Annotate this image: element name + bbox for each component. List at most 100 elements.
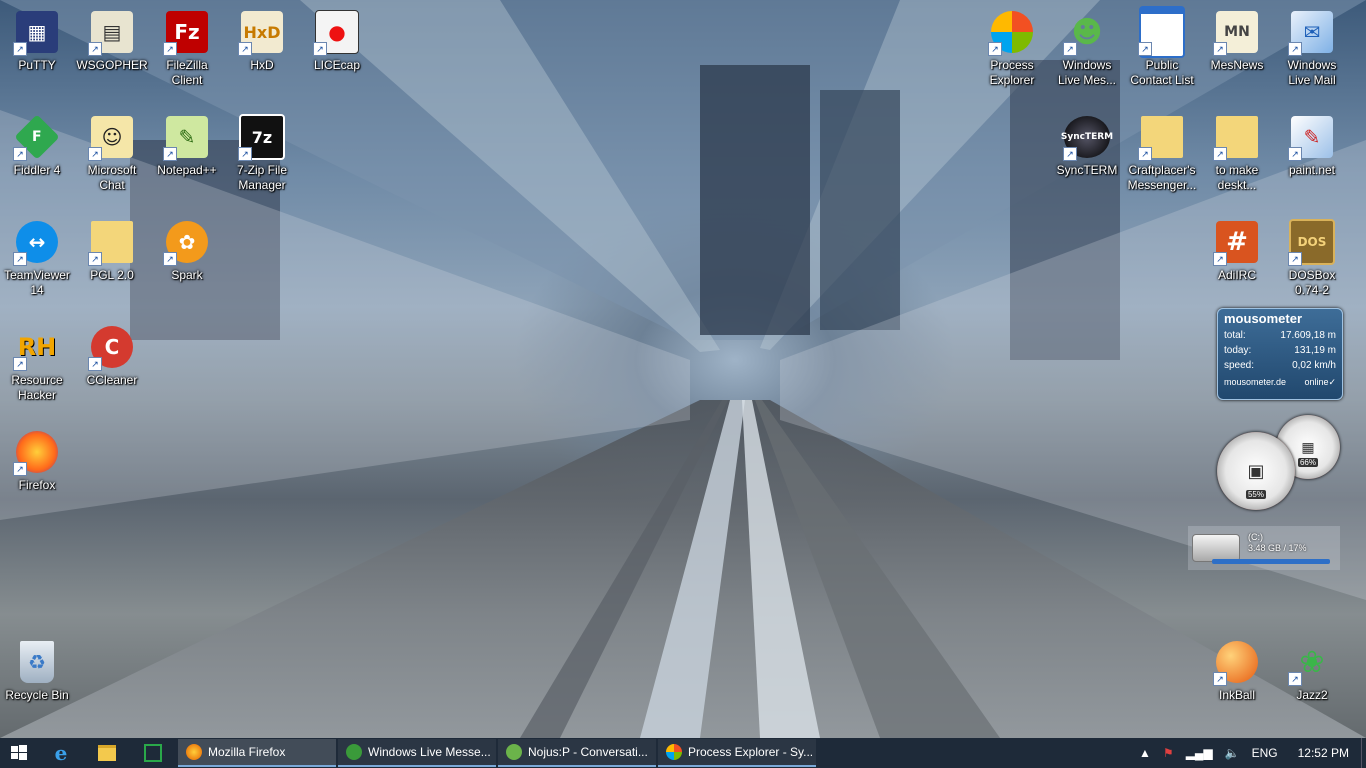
adiirc-shortcut[interactable]: # ↗ AdiIRC <box>1200 210 1274 310</box>
mousometer-title: mousometer <box>1224 311 1303 326</box>
icon-label: Fiddler 4 <box>13 163 61 177</box>
folder-icon <box>98 745 116 761</box>
start-button[interactable] <box>0 738 38 768</box>
craftplacer-messenger-shortcut[interactable]: ↗ Craftplacer's Messenger... <box>1125 105 1199 205</box>
recycle-bin[interactable]: ♻ Recycle Bin <box>0 630 74 730</box>
process-explorer-icon <box>666 744 682 760</box>
conversation-icon <box>506 744 522 760</box>
jazz2-shortcut[interactable]: ❀ ↗ Jazz2 <box>1275 630 1349 730</box>
internet-explorer-pin[interactable]: e <box>38 738 84 768</box>
wsgopher-icon: ▤ ↗ <box>88 8 136 56</box>
7zip-icon: 7z ↗ <box>238 113 286 161</box>
adiirc-icon: # ↗ <box>1213 218 1261 266</box>
today-label: today: <box>1224 345 1252 356</box>
icon-label: Recycle Bin <box>5 688 69 702</box>
drive-meter-gadget[interactable]: (C:) 3.48 GB / 17% <box>1188 526 1340 570</box>
syncterm-shortcut[interactable]: SyncTERM ↗ SyncTERM <box>1050 105 1124 205</box>
icon-label: HxD <box>250 58 274 72</box>
windows-live-mail-shortcut[interactable]: ✉ ↗ Windows Live Mail <box>1275 0 1349 100</box>
cpu-percent: 55% <box>1245 490 1266 499</box>
public-contact-list-shortcut[interactable]: ↗ Public Contact List <box>1125 0 1199 100</box>
icon-label: Jazz2 <box>1296 688 1328 702</box>
show-hidden-icons-chevron-icon[interactable]: ▲ <box>1139 746 1151 760</box>
task-label: Process Explorer - Sy... <box>688 745 814 759</box>
mousometer-gadget[interactable]: mousometer total: 17.609,18 m today: 131… <box>1217 308 1343 400</box>
process-explorer-icon: ↗ <box>988 8 1036 56</box>
hard-drive-icon <box>1192 534 1240 562</box>
show-desktop-button[interactable] <box>1361 738 1366 768</box>
syncterm-icon: SyncTERM ↗ <box>1061 113 1113 161</box>
icon-label: Craftplacer's Messenger... <box>1127 163 1197 192</box>
dosbox-icon: DOS ↗ <box>1288 218 1336 266</box>
wsgopher-shortcut[interactable]: ▤ ↗ WSGOPHER <box>75 0 149 100</box>
total-label: total: <box>1224 330 1246 341</box>
icon-label: Firefox <box>18 478 56 492</box>
task-label: Mozilla Firefox <box>208 745 286 759</box>
taskbar-item-process-explorer[interactable]: Process Explorer - Sy... <box>658 739 816 767</box>
mail-icon: ✉ ↗ <box>1288 8 1336 56</box>
taskbar: e Mozilla Firefox Windows Live Messe... … <box>0 738 1366 768</box>
taskbar-item-conversation[interactable]: Nojus:P - Conversati... <box>498 739 656 767</box>
inkball-shortcut[interactable]: ↗ InkBall <box>1200 630 1274 730</box>
filezilla-icon: Fz ↗ <box>163 8 211 56</box>
hxd-shortcut[interactable]: HxD ↗ HxD <box>225 0 299 100</box>
to-make-desktop-shortcut[interactable]: ↗ to make deskt... <box>1200 105 1274 205</box>
cpu-gauge[interactable]: ▣ 55% <box>1217 432 1295 510</box>
icon-label: InkBall <box>1218 688 1256 702</box>
mousometer-site-link[interactable]: mousometer.de <box>1224 377 1286 388</box>
memory-percent: 66% <box>1297 458 1318 467</box>
icon-label: to make deskt... <box>1215 163 1259 192</box>
taskbar-item-firefox[interactable]: Mozilla Firefox <box>178 739 336 767</box>
hxd-icon: HxD ↗ <box>238 8 286 56</box>
windows-live-messenger-shortcut[interactable]: ☻ ↗ Windows Live Mes... <box>1050 0 1124 100</box>
putty-shortcut[interactable]: ▦ ↗ PuTTY <box>0 0 74 100</box>
licecap-shortcut[interactable]: ● ↗ LICEcap <box>300 0 374 100</box>
ccleaner-icon: C ↗ <box>88 323 136 371</box>
store-icon <box>144 744 162 762</box>
taskbar-item-messenger[interactable]: Windows Live Messe... <box>338 739 496 767</box>
drive-name: (C:) <box>1248 532 1263 542</box>
teamviewer-shortcut[interactable]: ↔ ↗ TeamViewer 14 <box>0 210 74 310</box>
paintnet-shortcut[interactable]: ✎ ↗ paint.net <box>1275 105 1349 205</box>
volume-icon[interactable]: 🔈 <box>1225 746 1240 760</box>
notepadpp-icon: ✎ ↗ <box>163 113 211 161</box>
fiddler-shortcut[interactable]: F ↗ Fiddler 4 <box>0 105 74 205</box>
teamviewer-icon: ↔ ↗ <box>13 218 61 266</box>
notepadpp-shortcut[interactable]: ✎ ↗ Notepad++ <box>150 105 224 205</box>
clock[interactable]: 12:52 PM <box>1298 746 1349 760</box>
icon-label: paint.net <box>1288 163 1336 177</box>
drive-usage: 3.48 GB / 17% <box>1248 543 1307 553</box>
icon-label: Notepad++ <box>157 163 217 177</box>
paintnet-icon: ✎ ↗ <box>1288 113 1336 161</box>
icon-label: SyncTERM <box>1056 163 1118 177</box>
7zip-shortcut[interactable]: 7z ↗ 7-Zip File Manager <box>225 105 299 205</box>
language-indicator[interactable]: ENG <box>1252 746 1278 760</box>
messenger-icon: ☻ ↗ <box>1063 8 1111 56</box>
firefox-shortcut[interactable]: ↗ Firefox <box>0 420 74 520</box>
pgl-shortcut[interactable]: ↗ PGL 2.0 <box>75 210 149 310</box>
inkball-icon: ↗ <box>1213 638 1261 686</box>
mousometer-speed-row: speed: 0,02 km/h <box>1218 358 1342 373</box>
network-signal-icon[interactable]: ▂▄▆ <box>1186 746 1213 760</box>
drive-usage-bar <box>1212 559 1330 564</box>
microsoft-chat-icon: ☺ ↗ <box>88 113 136 161</box>
resource-hacker-shortcut[interactable]: RH ↗ Resource Hacker <box>0 315 74 415</box>
icon-label: Windows Live Mes... <box>1057 58 1117 87</box>
icon-label: PuTTY <box>18 58 56 72</box>
resource-hacker-icon: RH ↗ <box>13 323 61 371</box>
speed-value: 0,02 km/h <box>1292 360 1336 371</box>
file-explorer-pin[interactable] <box>84 738 130 768</box>
spark-shortcut[interactable]: ✿ ↗ Spark <box>150 210 224 310</box>
action-flag-icon[interactable]: ⚑ <box>1163 746 1174 760</box>
ccleaner-shortcut[interactable]: C ↗ CCleaner <box>75 315 149 415</box>
dosbox-shortcut[interactable]: DOS ↗ DOSBox 0.74-2 <box>1275 210 1349 310</box>
icon-label: CCleaner <box>86 373 138 387</box>
microsoft-chat-shortcut[interactable]: ☺ ↗ Microsoft Chat <box>75 105 149 205</box>
speed-label: speed: <box>1224 360 1255 371</box>
folder-icon: ↗ <box>1138 113 1186 161</box>
filezilla-shortcut[interactable]: Fz ↗ FileZilla Client <box>150 0 224 100</box>
spark-icon: ✿ ↗ <box>163 218 211 266</box>
store-pin[interactable] <box>130 738 176 768</box>
process-explorer-shortcut[interactable]: ↗ Process Explorer <box>975 0 1049 100</box>
mesnews-shortcut[interactable]: MN ↗ MesNews <box>1200 0 1274 100</box>
